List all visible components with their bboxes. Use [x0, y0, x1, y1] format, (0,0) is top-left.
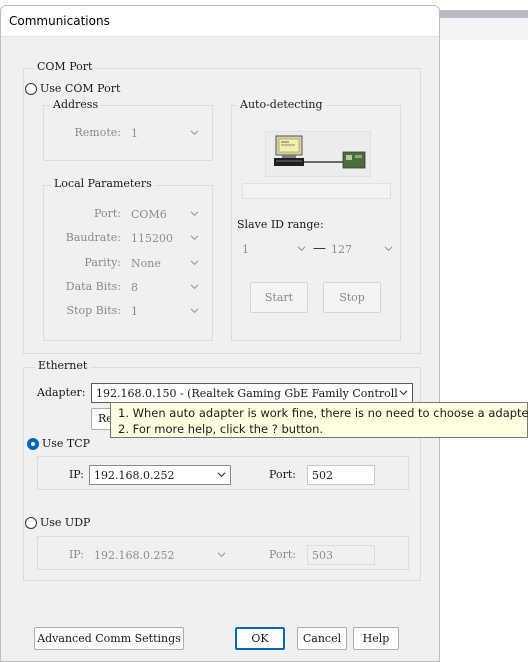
- chevron-down-icon: [190, 284, 199, 290]
- chevron-down-icon: [297, 246, 306, 252]
- stopbits-select[interactable]: 1: [126, 301, 204, 321]
- chevron-down-icon: [190, 130, 199, 136]
- background-window-content: [440, 40, 528, 662]
- baudrate-label: Baudrate:: [65, 231, 121, 244]
- port-label: Port:: [94, 207, 121, 220]
- tcp-port-input[interactable]: 502: [307, 465, 375, 485]
- adapter-select[interactable]: 192.168.0.150 - (Realtek Gaming GbE Fami…: [91, 383, 413, 403]
- udp-ip-select[interactable]: 192.168.0.252: [89, 545, 231, 565]
- udp-ip-value: 192.168.0.252: [94, 549, 175, 562]
- auto-detecting-group-label: Auto-detecting: [237, 98, 326, 111]
- tooltip-line-2: 2. For more help, click the ? button.: [118, 422, 324, 436]
- port-select[interactable]: COM6: [126, 204, 204, 224]
- stopbits-label: Stop Bits:: [66, 304, 122, 317]
- udp-ip-label: IP:: [68, 548, 84, 561]
- dialog-title: Communications: [9, 14, 110, 28]
- udp-port-input[interactable]: 503: [307, 545, 375, 565]
- stopbits-value: 1: [131, 305, 138, 318]
- chevron-down-icon: [384, 246, 393, 252]
- baudrate-value: 115200: [131, 232, 173, 245]
- udp-port-value: 503: [312, 549, 333, 562]
- use-com-port-label[interactable]: Use COM Port: [40, 82, 120, 95]
- slave-id-from-select[interactable]: 1: [237, 239, 311, 259]
- slave-id-from-value: 1: [242, 243, 249, 256]
- address-group-label: Address: [50, 98, 102, 111]
- remote-select[interactable]: 1: [126, 123, 204, 143]
- udp-port-label: Port:: [269, 548, 296, 561]
- databits-value: 8: [131, 281, 138, 294]
- adapter-value: 192.168.0.150 - (Realtek Gaming GbE Fami…: [96, 387, 398, 400]
- stop-button[interactable]: Stop: [323, 282, 381, 313]
- baudrate-select[interactable]: 115200: [126, 228, 204, 248]
- use-tcp-radio[interactable]: [27, 438, 39, 450]
- parity-value: None: [131, 257, 161, 270]
- communications-dialog: Communications COM Port Use COM Port Add…: [0, 5, 440, 662]
- parity-select[interactable]: None: [126, 253, 204, 273]
- background-window-titlebar: [440, 10, 528, 18]
- chevron-down-icon: [190, 235, 199, 241]
- computer-device-connection-icon: [274, 135, 366, 169]
- start-button[interactable]: Start: [250, 282, 308, 313]
- chevron-down-icon: [217, 552, 226, 558]
- slave-id-range-label: Slave ID range:: [237, 218, 324, 231]
- remote-label: Remote:: [74, 126, 121, 139]
- advanced-comm-settings-button[interactable]: Advanced Comm Settings: [34, 627, 184, 650]
- chevron-down-icon: [190, 308, 199, 314]
- ok-button[interactable]: OK: [235, 627, 285, 650]
- use-udp-label[interactable]: Use UDP: [40, 516, 90, 529]
- chevron-down-icon: [190, 211, 199, 217]
- use-tcp-label[interactable]: Use TCP: [42, 437, 90, 450]
- tcp-ip-value: 192.168.0.252: [94, 469, 175, 482]
- tooltip-line-1: 1. When auto adapter is work fine, there…: [118, 406, 528, 420]
- ethernet-group-label: Ethernet: [35, 359, 91, 372]
- help-button[interactable]: Help: [353, 627, 399, 650]
- use-com-port-radio[interactable]: [25, 83, 37, 95]
- tcp-port-value: 502: [312, 469, 333, 482]
- adapter-tooltip: 1. When auto adapter is work fine, there…: [110, 402, 528, 438]
- chevron-down-icon: [399, 390, 408, 396]
- tcp-port-label: Port:: [269, 468, 296, 481]
- dialog-titlebar: Communications: [1, 6, 439, 37]
- use-udp-radio[interactable]: [25, 517, 37, 529]
- slave-id-to-select[interactable]: 127: [326, 239, 398, 259]
- parity-label: Parity:: [84, 256, 121, 269]
- tcp-ip-label: IP:: [68, 468, 84, 481]
- databits-select[interactable]: 8: [126, 277, 204, 297]
- databits-label: Data Bits:: [65, 280, 121, 293]
- chevron-down-icon: [190, 260, 199, 266]
- cancel-button[interactable]: Cancel: [297, 627, 347, 650]
- adapter-label: Adapter:: [37, 386, 86, 399]
- detect-progress-bar: [242, 183, 391, 199]
- port-value: COM6: [131, 208, 167, 221]
- tcp-ip-select[interactable]: 192.168.0.252: [89, 465, 231, 485]
- slave-id-to-value: 127: [331, 243, 352, 256]
- chevron-down-icon: [217, 472, 226, 478]
- com-port-group-label: COM Port: [34, 60, 96, 73]
- background-window-toolbar: [440, 18, 528, 41]
- range-dash: —: [313, 241, 326, 256]
- remote-value: 1: [131, 127, 138, 140]
- local-parameters-group-label: Local Parameters: [51, 177, 155, 190]
